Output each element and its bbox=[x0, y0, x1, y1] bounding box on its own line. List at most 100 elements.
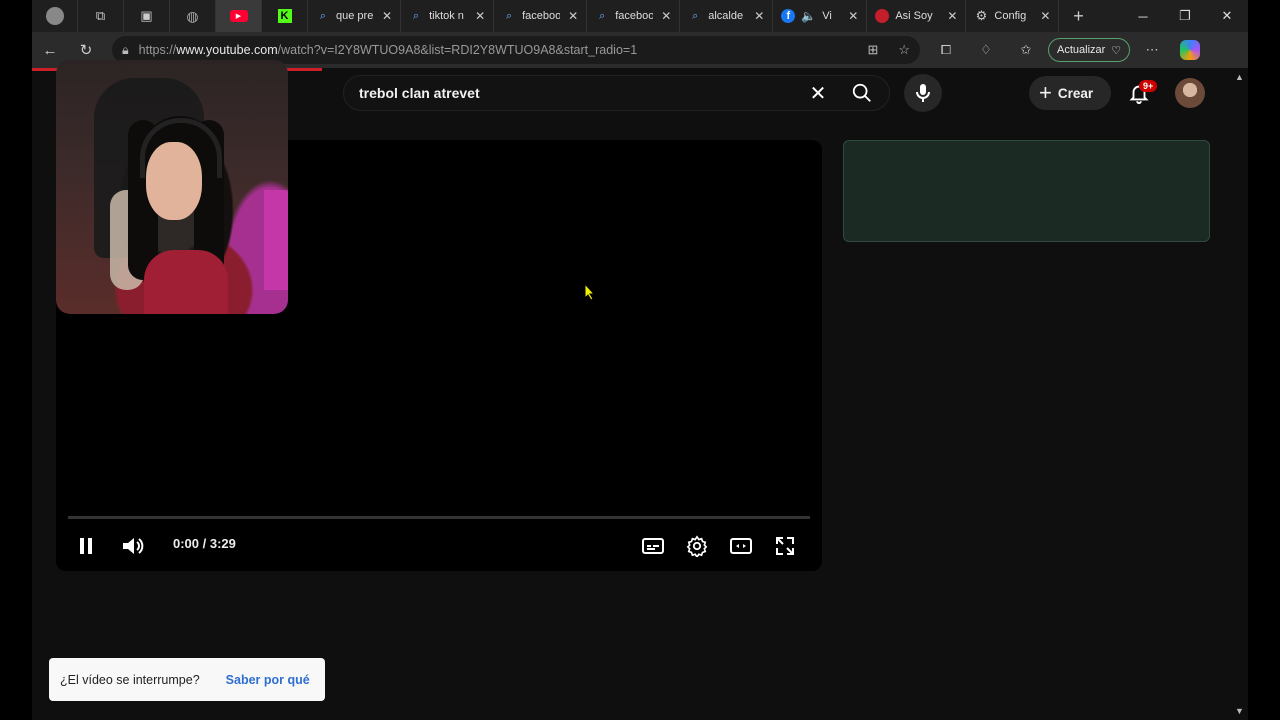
tab-title: tiktok n bbox=[429, 10, 464, 22]
close-icon[interactable]: ✕ bbox=[1040, 9, 1050, 23]
settings-gear-icon bbox=[686, 535, 708, 557]
scroll-up-icon[interactable]: ▲ bbox=[1235, 72, 1244, 82]
window-close-icon[interactable]: ✕ bbox=[1206, 0, 1248, 32]
browser-essentials-icon[interactable]: ♢ bbox=[968, 32, 1004, 68]
search-icon: ⌕ bbox=[319, 9, 327, 22]
tab-settings[interactable]: ⚙ Config ✕ bbox=[966, 0, 1060, 32]
mouse-cursor-icon bbox=[584, 283, 596, 301]
tab-title: faceboo bbox=[522, 10, 561, 22]
search-button[interactable] bbox=[842, 75, 882, 111]
browser-tab-bar: ⧉ ▣ ◍ ▶ K ⌕ que pre ✕ ⌕ tiktok n ✕ ⌕ fac… bbox=[32, 0, 1248, 32]
tab-search-1[interactable]: ⌕ que pre ✕ bbox=[308, 0, 402, 32]
tab-profile[interactable] bbox=[32, 0, 78, 32]
fullscreen-button[interactable] bbox=[772, 533, 798, 559]
new-tab-button[interactable]: + bbox=[1059, 0, 1097, 32]
tab-title: alcalde bbox=[708, 10, 744, 22]
close-icon[interactable]: ✕ bbox=[661, 9, 671, 23]
search-icon: ⌕ bbox=[506, 9, 513, 22]
globe-icon: ◍ bbox=[186, 7, 199, 24]
search-query: trebol clan atrevet bbox=[359, 85, 480, 101]
webcam-overlay bbox=[56, 60, 288, 314]
search-icon: ⌕ bbox=[412, 9, 420, 22]
side-panel-placeholder bbox=[843, 140, 1210, 242]
volume-button[interactable] bbox=[120, 533, 146, 559]
clear-search-icon[interactable]: ✕ bbox=[805, 76, 831, 110]
tab-youtube[interactable]: ▶ bbox=[216, 0, 262, 32]
progress-bar[interactable] bbox=[68, 516, 810, 519]
theater-icon bbox=[730, 538, 752, 554]
create-label: Crear bbox=[1057, 85, 1094, 101]
notification-badge: 9+ bbox=[1139, 80, 1158, 92]
plus-icon: + bbox=[1039, 80, 1052, 105]
subtitles-button[interactable] bbox=[640, 533, 666, 559]
app-install-icon[interactable]: ⊞ bbox=[867, 42, 878, 58]
tab-title: Asi Soy bbox=[895, 10, 933, 22]
speaker-icon[interactable]: 🔈 bbox=[801, 9, 816, 23]
pause-icon bbox=[80, 538, 92, 554]
page-scrollbar[interactable]: ▲ ▼ bbox=[1233, 68, 1248, 720]
close-icon[interactable]: ✕ bbox=[947, 9, 957, 23]
url-path: /watch?v=I2Y8WTUO9A8&list=RDI2Y8WTUO9A8&… bbox=[277, 43, 638, 57]
workspaces-icon: ⧉ bbox=[95, 8, 106, 23]
favorite-star-icon[interactable]: ☆ bbox=[898, 42, 910, 58]
omnibox-actions: ⊞ ☆ bbox=[867, 42, 910, 58]
learn-why-link[interactable]: Saber por qué bbox=[226, 673, 310, 687]
screen: ⧉ ▣ ◍ ▶ K ⌕ que pre ✕ ⌕ tiktok n ✕ ⌕ fac… bbox=[0, 0, 1280, 720]
avatar[interactable] bbox=[1175, 78, 1205, 108]
red-top bbox=[144, 250, 228, 314]
update-label: Actualizar bbox=[1057, 44, 1106, 56]
search-icon: ⌕ bbox=[599, 9, 606, 22]
tab-title: que pre bbox=[336, 10, 374, 22]
search-icon: ⌕ bbox=[692, 9, 699, 22]
more-menu-icon[interactable]: ⋯ bbox=[1134, 32, 1170, 68]
close-icon[interactable]: ✕ bbox=[848, 9, 858, 23]
url-host: www.youtube.com bbox=[176, 43, 278, 57]
toolbar-right: ⧠ ♢ ✩ Actualizar ♡ ⋯ bbox=[928, 32, 1201, 68]
tab-kick[interactable]: K bbox=[262, 0, 308, 32]
gear-icon: ⚙ bbox=[975, 8, 988, 23]
favorites-icon[interactable]: ✩ bbox=[1008, 32, 1044, 68]
tab-asi-soy[interactable]: Asi Soy ✕ bbox=[867, 0, 967, 32]
restore-icon[interactable]: ❐ bbox=[1164, 0, 1206, 32]
tab-search-4[interactable]: ⌕ faceboo ✕ bbox=[587, 0, 681, 32]
window-controls: ─ ❐ ✕ bbox=[1122, 0, 1248, 32]
volume-icon bbox=[123, 538, 144, 554]
neon-light bbox=[264, 190, 288, 290]
red-favicon-icon bbox=[875, 9, 890, 23]
copilot-icon[interactable] bbox=[1180, 40, 1201, 60]
playback-issue-toast: ¿El vídeo se interrumpe? Saber por qué bbox=[49, 658, 325, 701]
scroll-down-icon[interactable]: ▼ bbox=[1235, 706, 1244, 716]
theater-mode-button[interactable] bbox=[728, 533, 754, 559]
tab-title: Vi bbox=[822, 10, 832, 22]
time-display: 0:00 / 3:29 bbox=[173, 536, 236, 551]
tab-title: faceboo bbox=[615, 10, 654, 22]
tab-pinned-globe[interactable]: ◍ bbox=[170, 0, 216, 32]
settings-button[interactable] bbox=[684, 533, 710, 559]
search-icon bbox=[852, 83, 871, 102]
tab-title: Config bbox=[994, 10, 1027, 22]
tab-actions-icon: ▣ bbox=[140, 8, 153, 23]
create-button[interactable]: + Crear bbox=[1029, 76, 1111, 110]
close-icon[interactable]: ✕ bbox=[475, 9, 485, 23]
tab-facebook[interactable]: f 🔈 Vi ✕ bbox=[773, 0, 868, 32]
voice-search-button[interactable] bbox=[904, 74, 942, 112]
fullscreen-icon bbox=[776, 537, 794, 555]
microphone-icon bbox=[916, 84, 930, 102]
tab-actions[interactable]: ▣ bbox=[124, 0, 170, 32]
kick-icon: K bbox=[277, 9, 292, 23]
update-button[interactable]: Actualizar ♡ bbox=[1048, 38, 1131, 62]
tab-search-2[interactable]: ⌕ tiktok n ✕ bbox=[401, 0, 495, 32]
lock-icon[interactable]: 🔒︎ bbox=[122, 43, 129, 58]
tab-search-3[interactable]: ⌕ faceboo ✕ bbox=[494, 0, 588, 32]
close-icon[interactable]: ✕ bbox=[754, 9, 764, 23]
heart-pulse-icon: ♡ bbox=[1111, 44, 1122, 57]
close-icon[interactable]: ✕ bbox=[568, 9, 578, 23]
tab-workspaces[interactable]: ⧉ bbox=[78, 0, 124, 32]
facebook-icon: f bbox=[781, 9, 796, 23]
minimize-icon[interactable]: ─ bbox=[1122, 0, 1164, 32]
url-prefix: https:// bbox=[138, 43, 177, 57]
pause-button[interactable] bbox=[74, 534, 98, 558]
tab-search-5[interactable]: ⌕ alcalde ✕ bbox=[680, 0, 774, 32]
extensions-icon[interactable]: ⧠ bbox=[928, 32, 964, 68]
close-icon[interactable]: ✕ bbox=[382, 9, 392, 23]
